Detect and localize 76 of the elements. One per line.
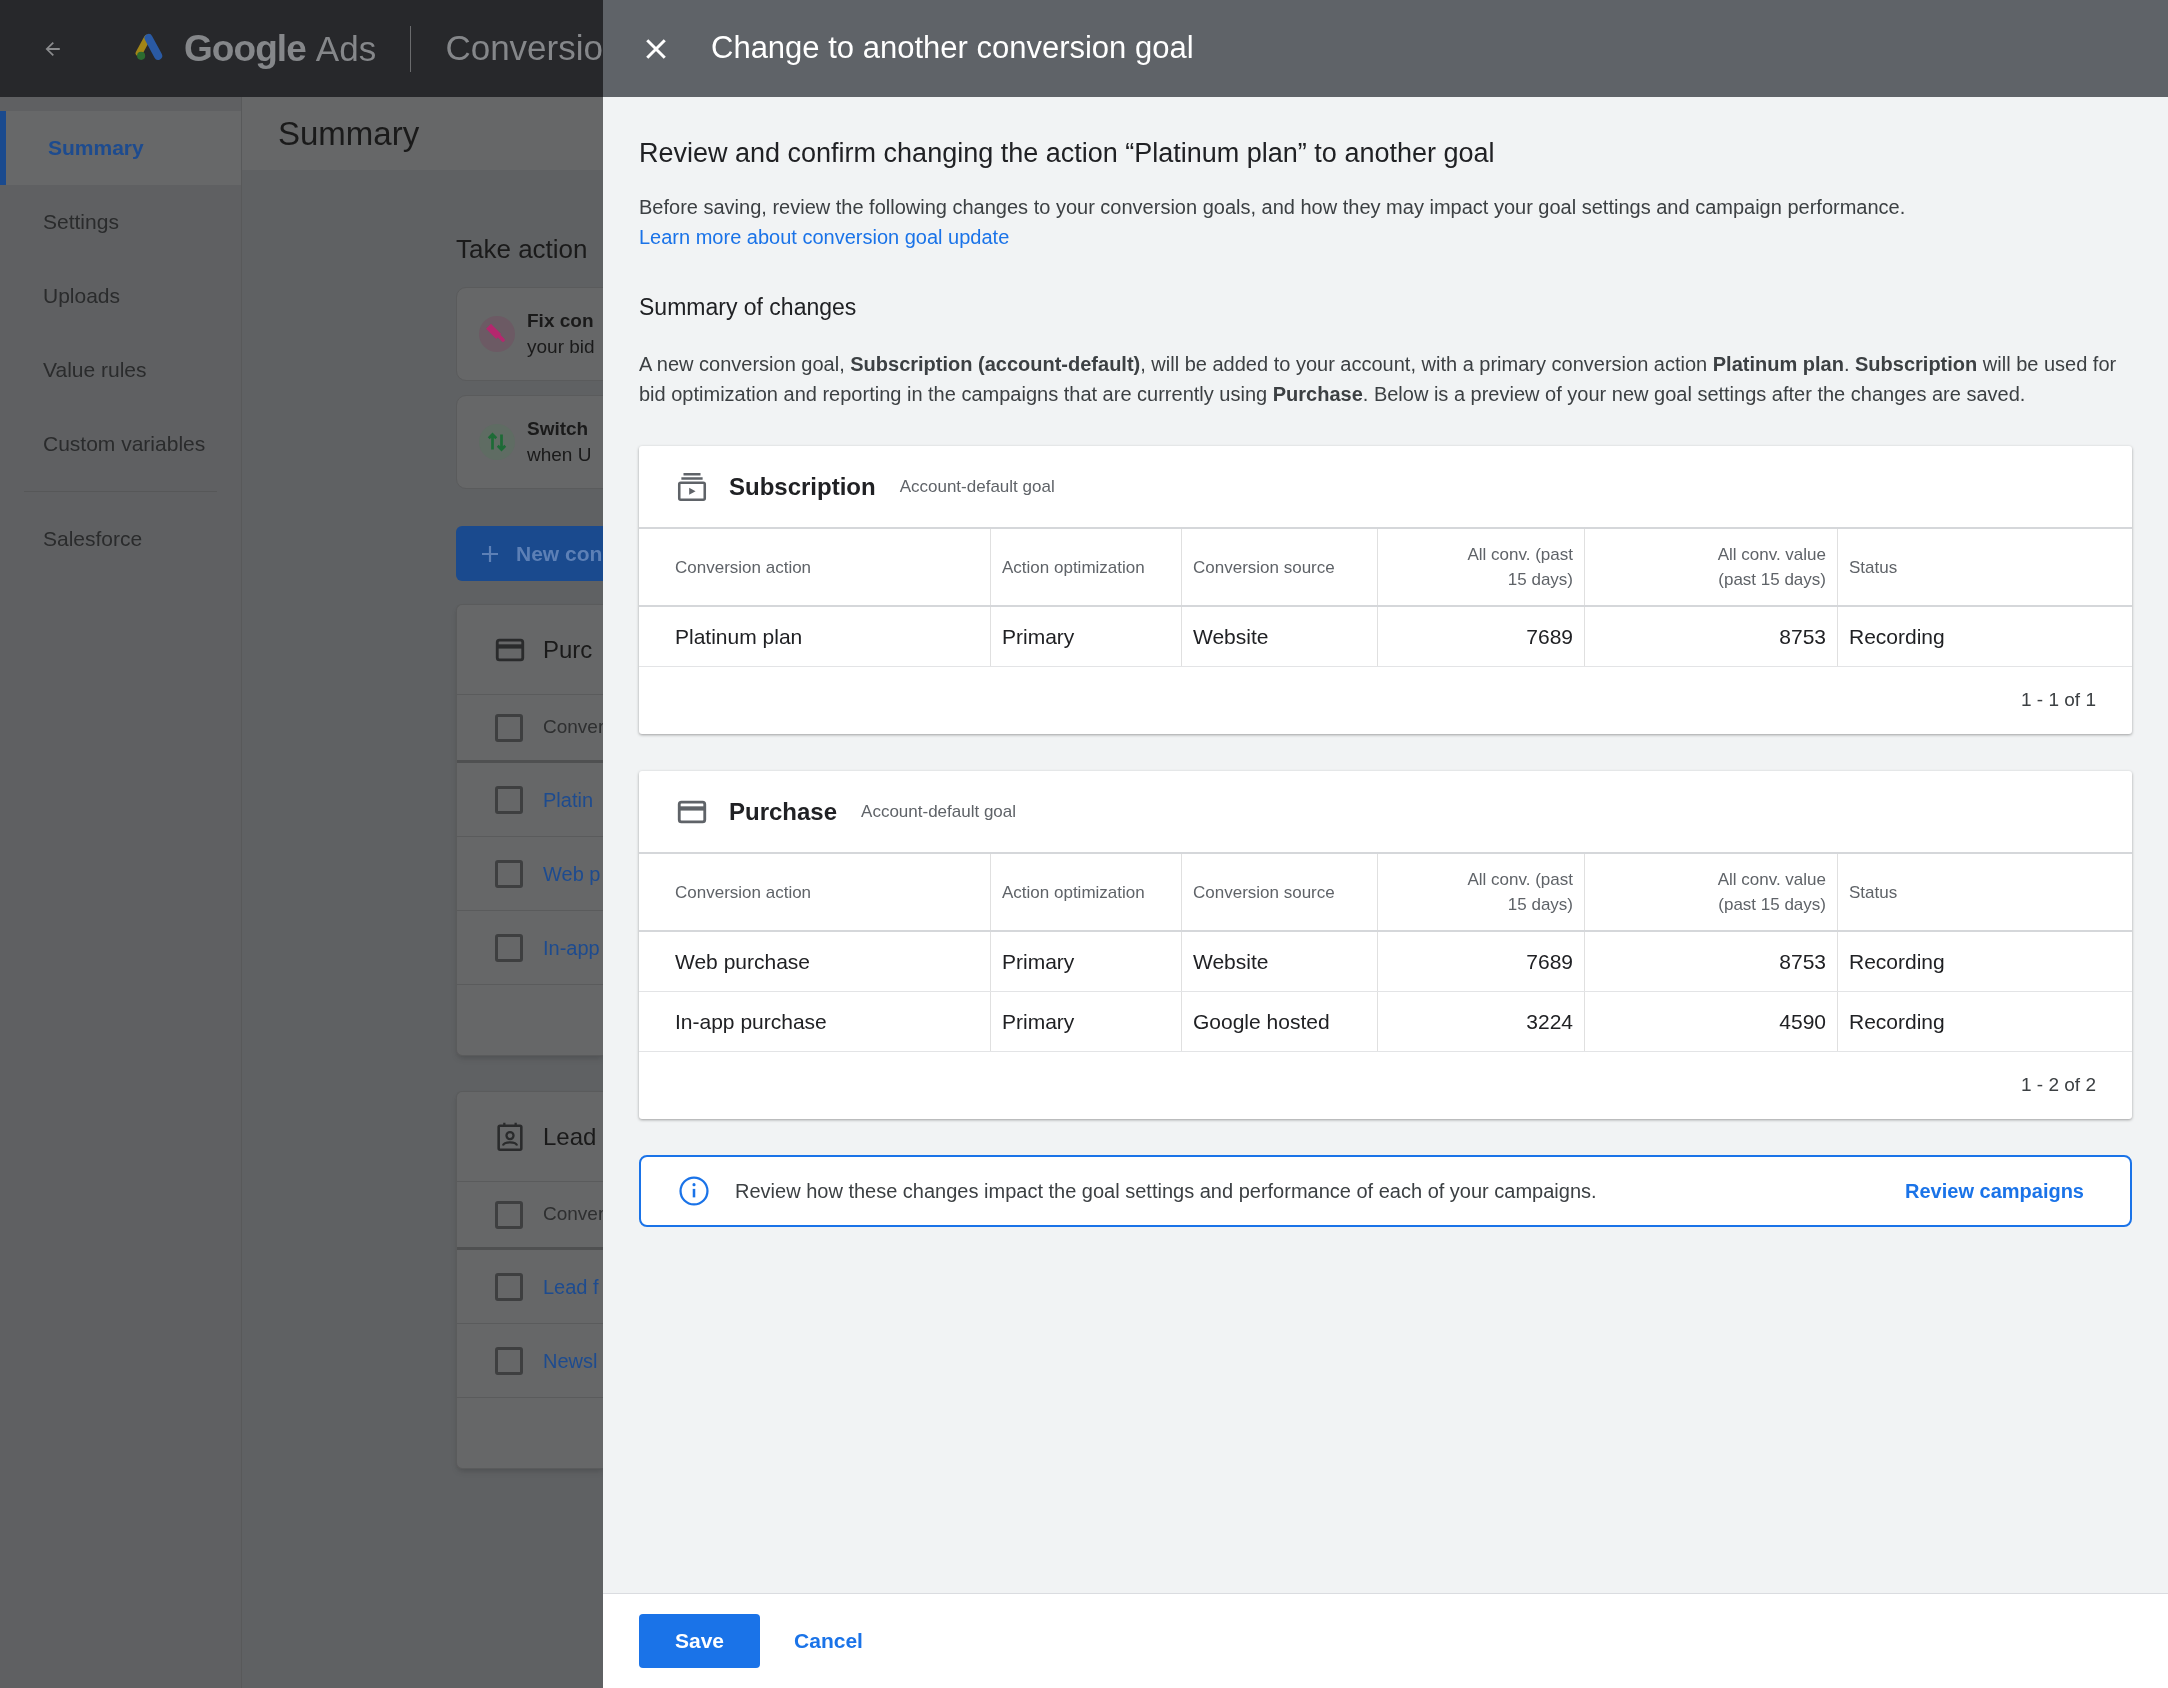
table-cell-text: 3224 — [1526, 1008, 1573, 1035]
table-cell-text: 7689 — [1526, 623, 1573, 650]
page-name: Conversio — [445, 27, 603, 70]
column-header: All conv. (past 15 days) — [1466, 544, 1573, 591]
table-cell-text: Primary — [1002, 948, 1075, 975]
table-cell-text: Recording — [1849, 623, 1945, 650]
column-header: All conv. value (past 15 days) — [1716, 869, 1826, 916]
save-button[interactable]: Save — [639, 1614, 761, 1668]
table-cell-text: 8753 — [1779, 623, 1826, 650]
info-icon — [677, 1174, 711, 1208]
section-title: Take action — [456, 233, 588, 266]
info-text: Review how these changes impact the goal settings and performance of each of your campaigns. — [735, 1179, 1598, 1204]
column-header: Conversion action — [675, 556, 812, 579]
new-conversion-button[interactable]: New con — [456, 526, 603, 581]
column-header: Status — [1849, 556, 1898, 579]
learn-more-link[interactable]: Learn more about conversion goal update — [639, 225, 1010, 248]
column-header: Conversion source — [1193, 881, 1335, 904]
goal-name: Subscription — [729, 471, 876, 502]
checkbox[interactable] — [495, 1272, 523, 1301]
goal-title: Lead — [543, 1121, 597, 1152]
table-cell-text: Website — [1193, 948, 1269, 975]
action-card[interactable]: Switch when U — [456, 395, 603, 489]
cancel-button[interactable]: Cancel — [784, 1614, 873, 1668]
column-header: Status — [1849, 881, 1898, 904]
checkbox[interactable] — [495, 933, 523, 962]
table-cell-text: Google hosted — [1193, 1008, 1330, 1035]
table-cell-text: Website — [1193, 623, 1269, 650]
pagination-text: 1 - 1 of 1 — [2021, 688, 2096, 713]
column-header: All conv. value (past 15 days) — [1716, 544, 1826, 591]
panel-title: Change to another conversion goal — [711, 29, 1194, 68]
conversion-link[interactable]: Web p — [543, 858, 601, 889]
checkbox[interactable] — [495, 713, 523, 742]
page-title: Summary — [278, 113, 420, 154]
table-cell-text: Recording — [1849, 1008, 1945, 1035]
table-cell-text: 4590 — [1779, 1008, 1826, 1035]
section-heading: Review and confirm changing the action “Platinum plan” to another goal — [639, 137, 1496, 170]
column-header: Action optimization — [1002, 881, 1145, 904]
swap-arrows-icon — [479, 424, 515, 460]
card-text: when U — [527, 443, 592, 467]
column-header: Conversion action — [675, 881, 812, 904]
card-text: your bid — [527, 335, 595, 359]
conversion-link[interactable]: Newsl — [543, 1345, 598, 1376]
conversion-link[interactable]: In-app — [543, 932, 600, 963]
table-cell-text: 8753 — [1779, 948, 1826, 975]
goal-name: Purchase — [729, 796, 838, 827]
table-cell-text: 7689 — [1526, 948, 1573, 975]
card-text: Fix con — [527, 309, 594, 333]
section-heading: Summary of changes — [639, 292, 858, 322]
goal-title: Purc — [543, 634, 593, 665]
table-cell-text: Primary — [1002, 1008, 1075, 1035]
table-cell-text: In-app purchase — [675, 1008, 827, 1035]
card-text: Switch — [527, 417, 589, 441]
column-header: Action optimization — [1002, 556, 1145, 579]
wrench-icon — [479, 316, 515, 352]
checkbox[interactable] — [495, 785, 523, 814]
goal-tag: Account-default goal — [861, 798, 1017, 825]
product-name-suffix: Ads — [315, 27, 377, 70]
pagination-text: 1 - 2 of 2 — [2021, 1073, 2096, 1098]
goal-tag: Account-default goal — [899, 473, 1055, 500]
conversion-link[interactable]: Lead f — [543, 1271, 599, 1302]
table-cell-text: Recording — [1849, 948, 1945, 975]
intro-paragraph: Before saving, review the following changes to your conversion goals, and how they may impact your goal settings and campaign performance. Learn more about conversion goal update — [639, 194, 1907, 250]
table-cell-text: Platinum plan — [675, 623, 803, 650]
checkbox[interactable] — [495, 1200, 523, 1229]
product-name: Google — [183, 26, 306, 71]
checkbox[interactable] — [495, 1346, 523, 1375]
table-cell-text: Web purchase — [675, 948, 811, 975]
table-cell-text: Primary — [1002, 623, 1075, 650]
conversion-link[interactable]: Platin — [543, 784, 594, 815]
checkbox[interactable] — [495, 859, 523, 888]
summary-paragraph: A new conversion goal, Subscription (account-default), will be added to your account, with a primary conversion action Platinum plan. Subscription will be used for bid optimization and reporting in the campaigns that are currently using Purchase. Below is a preview of your new goal settings after the changes are saved. — [639, 352, 2118, 407]
column-header: Conversion source — [1193, 556, 1335, 579]
column-header: All conv. (past 15 days) — [1466, 869, 1573, 916]
sidebar-item[interactable]: Summary — [0, 111, 241, 185]
action-card[interactable]: Fix con your bid — [456, 287, 603, 381]
review-campaigns-link[interactable]: Review campaigns — [1905, 1176, 2084, 1206]
